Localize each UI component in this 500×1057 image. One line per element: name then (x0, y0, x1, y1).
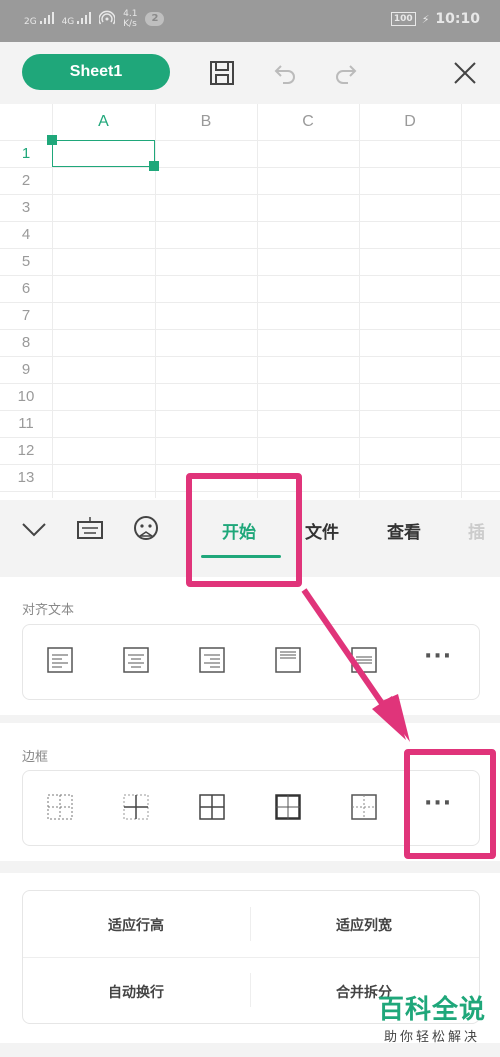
watermark-main: 百科全说 (377, 995, 486, 1025)
watermark: 百科全说 助你轻松解决 (378, 989, 486, 1045)
watermark-sub: 助你轻松解决 (383, 1030, 480, 1045)
annotation-arrow (301, 588, 410, 742)
